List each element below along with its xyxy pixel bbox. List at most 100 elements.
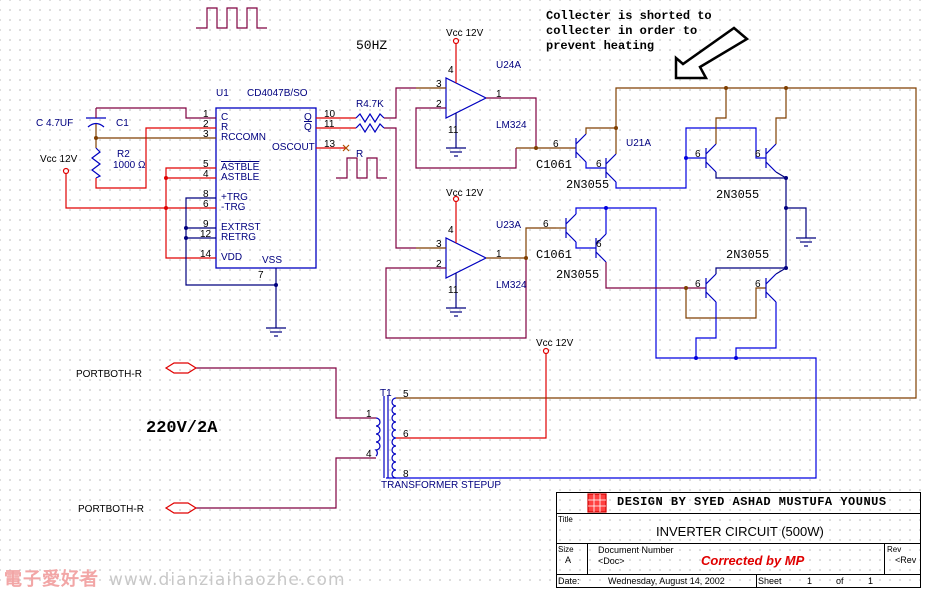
junction: [694, 356, 698, 360]
date-label: Date:: [558, 576, 580, 586]
transistor-label: 2N3055: [556, 268, 600, 282]
sheet-label: Sheet: [758, 576, 782, 586]
wire-primary-1: [196, 367, 376, 419]
pin-number: 4: [203, 169, 209, 180]
wire-primary-4: [196, 457, 376, 509]
ground-icon: [446, 307, 466, 317]
r47k-resistor-1: [355, 112, 385, 124]
u23a-opamp[interactable]: [445, 237, 488, 279]
transistor-label: C1061: [536, 248, 573, 262]
pin-number: 6: [596, 239, 602, 250]
wire-c-pin1: [96, 107, 216, 119]
wire-r-to-u23: [384, 127, 416, 249]
transistor-label: C1061: [536, 158, 573, 172]
port-label: PORTBOTH-R: [76, 369, 142, 380]
pin-number: 14: [200, 249, 212, 260]
wire: [775, 88, 787, 144]
r2-value: 1000 Ω: [113, 160, 146, 171]
divider: [556, 574, 921, 575]
doc-number-label: Document Number: [598, 545, 674, 555]
r2-ref: R2: [117, 149, 130, 160]
pin-number: 11: [448, 285, 459, 296]
port-top[interactable]: [164, 362, 198, 374]
wire-r-pin2: [95, 127, 216, 189]
watermark-chinese: 電子愛好者: [4, 569, 99, 590]
pin-number: 1: [496, 89, 502, 100]
transistor-label: 2N3055: [726, 248, 770, 262]
u23a-part: LM324: [496, 280, 527, 291]
vcc-terminal-xfmr[interactable]: [542, 347, 550, 355]
u23a-ref: U23A: [496, 220, 522, 231]
wire: [775, 267, 787, 275]
pin-number: 6: [755, 149, 761, 160]
rev-value: <Rev: [895, 555, 917, 565]
r47k-resistor-2: [355, 122, 385, 134]
pin-number: 6: [203, 199, 209, 210]
title-label: Title: [558, 515, 573, 524]
watermark: 電子愛好者 www.dianziaihaozhe.com: [4, 565, 346, 591]
wire-vcc-u1: [65, 174, 166, 209]
size-value: A: [565, 555, 572, 565]
pin-number: 1: [366, 409, 372, 420]
sheet-number: 1: [807, 576, 813, 586]
frequency-label: 50HZ: [356, 38, 388, 53]
pin-number: 6: [695, 279, 701, 290]
u21a-ref: U21A: [626, 138, 652, 149]
output-rating-label: 220V/2A: [146, 419, 218, 438]
pin-number: 6: [403, 429, 409, 440]
wire-astble: [165, 167, 216, 259]
drawing-title: INVERTER CIRCUIT (500W): [656, 524, 824, 539]
r2-resistor: [91, 147, 102, 179]
pin-number: 6: [553, 139, 559, 150]
pin-number: 1: [496, 249, 502, 260]
junction: [734, 356, 738, 360]
sheet-total: 1: [868, 576, 874, 586]
wire: [715, 172, 786, 179]
pin-number: 7: [258, 270, 264, 281]
transistor-2n3055-upper-2[interactable]: [705, 143, 717, 173]
size-label: Size: [558, 545, 574, 554]
junction: [184, 226, 188, 230]
u1-pin-label: Q: [304, 122, 312, 133]
wire-secondary-6-vcc: [396, 353, 547, 439]
square-wave-r: [336, 157, 387, 179]
ground-icon: [266, 327, 286, 337]
ground-icon: [796, 237, 816, 247]
transformer-t1[interactable]: [374, 396, 397, 479]
pin-number: 2: [436, 259, 442, 270]
junction: [164, 206, 168, 210]
transistor-2n3055-lower-3[interactable]: [765, 273, 777, 303]
pin-number: 3: [436, 79, 442, 90]
junction: [184, 236, 188, 240]
pin-number: 12: [200, 229, 212, 240]
pin-number: 8: [403, 469, 409, 480]
corrected-by-note: Corrected by MP: [701, 553, 805, 568]
port-label: PORTBOTH-R: [78, 504, 144, 515]
u24a-ref: U24A: [496, 60, 522, 71]
transformer-name: TRANSFORMER STEPUP: [381, 480, 502, 491]
pin-number: 4: [366, 449, 372, 460]
pin-number: 13: [324, 139, 336, 150]
junction: [684, 156, 688, 160]
transistor-c1061-upper[interactable]: [575, 133, 587, 163]
vcc-label: Vcc 12V: [536, 338, 574, 349]
wire-u24-fb: [415, 107, 517, 169]
date-value: Wednesday, August 14, 2002: [608, 576, 725, 586]
doc-number-value: <Doc>: [598, 556, 625, 566]
vcc-terminal-u1[interactable]: [62, 167, 70, 175]
transistor-2n3055-lower-2[interactable]: [705, 273, 717, 303]
pin-number: 6: [695, 149, 701, 160]
wire: [715, 88, 727, 144]
u24a-opamp[interactable]: [445, 77, 488, 119]
watermark-url: www.dianziaihaozhe.com: [109, 570, 346, 590]
u1-pin-label: -TRG: [221, 202, 246, 213]
junction: [274, 283, 278, 287]
transistor-2n3055-upper-3[interactable]: [765, 143, 777, 173]
r-label: R: [356, 149, 364, 160]
pin-number: 6: [543, 219, 549, 230]
pin-number: 6: [755, 279, 761, 290]
port-bottom[interactable]: [164, 502, 198, 514]
transistor-c1061-lower[interactable]: [565, 213, 577, 243]
junction: [164, 176, 168, 180]
vcc-terminal-u24[interactable]: [452, 37, 460, 45]
